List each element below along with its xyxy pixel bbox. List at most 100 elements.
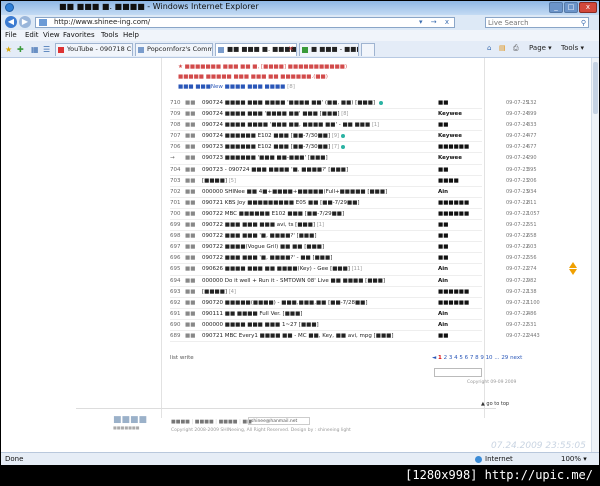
- post-subject[interactable]: 090723 ■■■■■■ E102 ■■■ [■■-7/30■■] [7]: [202, 142, 345, 152]
- table-row[interactable]: 710 ■■ 090724 ■■■■ ■■■ ■■■■ '■■■■ ■■' (■■,…: [170, 98, 537, 110]
- page-link[interactable]: 4: [454, 355, 458, 361]
- tab-shinee-ing[interactable]: ■■ ■■■ ■. ■■■■ ✕: [215, 43, 297, 56]
- maximize-button[interactable]: □: [564, 2, 578, 13]
- table-row[interactable]: 695 ■■ 090626 ■■■■ ■■■ ■■ ■■■■(Key) - Gee …: [170, 264, 537, 276]
- scrollbar-thumb[interactable]: [593, 62, 598, 114]
- forward-button[interactable]: ▶: [19, 16, 31, 28]
- table-row[interactable]: 694 ■■ 000000 Do it well + Run it - SMTOWN…: [170, 276, 537, 287]
- page-link[interactable]: 3: [449, 355, 453, 361]
- post-author[interactable]: Ain: [438, 276, 448, 286]
- page-link[interactable]: 7: [470, 355, 474, 361]
- post-subject[interactable]: 090722 ■■■■(Vogue Gril) ■■ ■■ [■■■]: [202, 242, 324, 252]
- tools-menu-button[interactable]: Tools ▾: [561, 44, 584, 53]
- table-row[interactable]: 704 ■■ 090723 - 090724 ■■■ ■■■■ '■, ■■■■?'…: [170, 165, 537, 176]
- post-author[interactable]: Keywee: [438, 153, 462, 163]
- post-author[interactable]: ■■■■■■: [438, 209, 469, 219]
- post-subject[interactable]: 000000 ■■■■ ■■■ ■■■ 1~27 [■■■]: [202, 320, 319, 330]
- list-link[interactable]: list: [170, 355, 178, 361]
- notice-item[interactable]: ■■■ ■■■New ■■■■ ■■■ ■■■■ [8]: [178, 82, 347, 92]
- post-author[interactable]: ■■: [438, 98, 448, 108]
- page-menu-button[interactable]: Page ▾: [529, 44, 552, 53]
- menu-tools[interactable]: Tools: [101, 31, 118, 40]
- post-subject[interactable]: 090722 ■■■ ■■■ ■■■ avi, ts [■■■] [1]: [202, 220, 324, 230]
- page-link[interactable]: 2: [444, 355, 448, 361]
- page-link[interactable]: 10: [486, 355, 493, 361]
- post-author[interactable]: ■■: [438, 253, 448, 263]
- pager-prev[interactable]: ◄: [432, 355, 436, 361]
- post-author[interactable]: ■■: [438, 231, 448, 241]
- post-subject[interactable]: 090720 ■■■■■(■■■■) - ■■■,■■■,■■ [■■-7/28…: [202, 298, 368, 308]
- post-subject[interactable]: 090721 MBC Every1 ■■■■ ■■ - MC ■■, Key, …: [202, 331, 394, 341]
- tab-popcornforz[interactable]: Popcornforz's Community-...: [135, 43, 213, 56]
- print-icon[interactable]: ⎙: [513, 44, 519, 53]
- favorites-star-icon[interactable]: ★: [5, 45, 12, 54]
- page-link[interactable]: 5: [459, 355, 463, 361]
- close-tab-icon[interactable]: ✕: [288, 44, 294, 55]
- footer-link[interactable]: ■■■■: [219, 419, 238, 425]
- post-subject[interactable]: 000000 SHINee ■■ 4■+■■■■+■■■■■(Full+■■■■…: [202, 187, 387, 197]
- post-author[interactable]: Ain: [438, 309, 448, 319]
- post-author[interactable]: ■■: [438, 242, 448, 252]
- post-author[interactable]: ■■■■■■: [438, 298, 469, 308]
- post-subject[interactable]: 090626 ■■■■ ■■■ ■■ ■■■■(Key) - Gee [■■■]…: [202, 264, 362, 274]
- menu-favorites[interactable]: Favorites: [63, 31, 95, 40]
- post-author[interactable]: ■■: [438, 165, 448, 175]
- page-link[interactable]: 6: [465, 355, 469, 361]
- post-author[interactable]: ■■■■■■: [438, 198, 469, 208]
- post-subject[interactable]: 090724 ■■■■ ■■■ '■■■■ ■■' ■■■ [■■■] [8]: [202, 109, 348, 119]
- table-row[interactable]: 693 ■■ [■■■■] [4] ■■■■■■ 09-07-22 138: [170, 287, 537, 298]
- menu-help[interactable]: Help: [123, 31, 139, 40]
- live-search-box[interactable]: ⚲: [485, 17, 589, 28]
- table-row[interactable]: 708 ■■ 090724 ■■■■ ■■■■ '■■■ ■■, ■■■■ ■■' …: [170, 120, 537, 132]
- table-row[interactable]: 709 ■■ 090724 ■■■■ ■■■ '■■■■ ■■' ■■■ [■■■]…: [170, 109, 537, 121]
- back-button[interactable]: ◀: [5, 16, 17, 28]
- table-row[interactable]: 692 ■■ 090720 ■■■■■(■■■■) - ■■■,■■■,■■ [■■…: [170, 298, 540, 309]
- notice-item[interactable]: ★ ■■■■■■■ ■■■ ■■ ■, [■■■■] ■■■■■■■■■■■): [178, 62, 347, 72]
- page-link[interactable]: 29: [501, 355, 508, 361]
- table-row[interactable]: 707 ■■ 090724 ■■■■■■ E102 ■■■ [■■-7/30■■] …: [170, 131, 537, 143]
- table-row[interactable]: 691 ■■ 090111 ■■ ■■■■ Full Ver. [■■■] Ain 0…: [170, 309, 537, 320]
- post-subject[interactable]: 090724 ■■■■ ■■■■ '■■■ ■■, ■■■■ ■■' - ■■ …: [202, 120, 379, 130]
- post-author[interactable]: ■■: [438, 120, 448, 130]
- post-subject[interactable]: 090722 MBC ■■■■■■ E102 ■■■ [■■-7/29■■]: [202, 209, 344, 219]
- zoom-level[interactable]: 100% ▾: [561, 455, 587, 464]
- post-author[interactable]: Ain: [438, 320, 448, 330]
- page-link[interactable]: 9: [480, 355, 484, 361]
- address-controls[interactable]: ▾ → x: [419, 18, 452, 27]
- contact-email[interactable]: shinee@hanmail.net: [248, 417, 310, 425]
- site-logo[interactable]: ■■■■ ■■■■■■■: [113, 415, 147, 430]
- table-row[interactable]: 689 ■■ 090721 MBC Every1 ■■■■ ■■ - MC ■■, …: [170, 331, 540, 343]
- table-row[interactable]: 702 ■■ 000000 SHINee ■■ 4■+■■■■+■■■■■(Full…: [170, 187, 537, 198]
- post-author[interactable]: Ain: [438, 187, 448, 197]
- table-row[interactable]: 696 ■■ 090722 ■■■ ■■■ '■, ■■■■?' - ■■ [■■■…: [170, 253, 537, 265]
- post-subject[interactable]: 090721 KBS Joy ■■■■■■■■■ E05 ■■ [■■-7/29…: [202, 198, 360, 208]
- page-link[interactable]: 8: [475, 355, 479, 361]
- post-author[interactable]: ■■: [438, 220, 448, 230]
- menu-edit[interactable]: Edit: [25, 31, 39, 40]
- post-author[interactable]: ■■■■■■: [438, 142, 469, 152]
- post-subject[interactable]: 090723 - 090724 ■■■ ■■■■ '■, ■■■■?' [■■■…: [202, 165, 348, 175]
- post-subject[interactable]: 090723 ■■■■■■ '■■■ ■■-■■■' [■■■]: [202, 153, 328, 163]
- table-row[interactable]: 703 ■■ [■■■■] [5] ■■■■ 09-07-23 206: [170, 176, 537, 187]
- post-subject[interactable]: [■■■■] [5]: [202, 176, 236, 186]
- post-author[interactable]: Keywee: [438, 131, 462, 141]
- table-row[interactable]: → ■■ 090723 ■■■■■■ '■■■ ■■-■■■' [■■■] Keyw…: [170, 153, 537, 165]
- post-author[interactable]: ■■: [438, 331, 448, 341]
- page-link[interactable]: 1: [438, 355, 442, 361]
- footer-link[interactable]: ■■■■: [195, 419, 214, 425]
- table-row[interactable]: 699 ■■ 090722 ■■■ ■■■ ■■■ avi, ts [■■■] [1…: [170, 220, 537, 232]
- vertical-scrollbar[interactable]: [591, 58, 599, 452]
- feeds-icon[interactable]: ▤: [499, 44, 506, 53]
- menu-file[interactable]: File: [5, 31, 17, 40]
- post-author[interactable]: Keywee: [438, 109, 462, 119]
- search-icon[interactable]: ⚲: [581, 19, 586, 27]
- post-subject[interactable]: 090111 ■■ ■■■■ Full Ver. [■■■]: [202, 309, 302, 319]
- minimize-button[interactable]: _: [549, 2, 563, 13]
- footer-link[interactable]: ■■■■: [171, 419, 190, 425]
- post-subject[interactable]: 000000 Do it well + Run it - SMTOWN 08' …: [202, 276, 385, 286]
- table-row[interactable]: 706 ■■ 090723 ■■■■■■ E102 ■■■ [■■-7/30■■] …: [170, 142, 537, 154]
- address-field[interactable]: http://www.shinee-ing.com/ ▾ → x: [35, 17, 455, 28]
- home-icon[interactable]: ⌂: [487, 44, 491, 53]
- tab-youtube[interactable]: YouTube - 090718 Cute So...: [55, 43, 133, 56]
- new-tab-button[interactable]: [361, 43, 375, 56]
